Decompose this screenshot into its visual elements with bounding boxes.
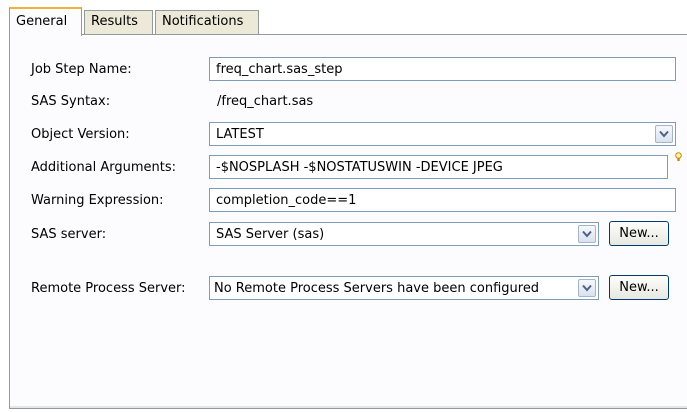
sas-server-new-label: New... bbox=[619, 226, 659, 241]
sas-server-row: SAS server: SAS Server (sas) New... bbox=[10, 221, 687, 248]
remote-process-server-row: Remote Process Server: No Remote Process… bbox=[10, 275, 687, 302]
warning-expression-label: Warning Expression: bbox=[31, 193, 164, 208]
tab-general[interactable]: General bbox=[9, 7, 82, 36]
tab-results-label: Results bbox=[91, 14, 138, 29]
object-version-dropdown-button[interactable] bbox=[655, 125, 673, 143]
object-version-label: Object Version: bbox=[31, 127, 130, 142]
tab-notifications-label: Notifications bbox=[162, 14, 244, 29]
tab-notifications[interactable]: Notifications bbox=[155, 10, 259, 34]
job-step-name-row: Job Step Name: freq_chart.sas_step bbox=[10, 57, 687, 83]
remote-process-server-new-label: New... bbox=[619, 280, 659, 295]
sas-syntax-row: SAS Syntax: /freq_chart.sas bbox=[10, 89, 687, 115]
sas-server-select[interactable]: SAS Server (sas) bbox=[209, 222, 599, 246]
remote-process-server-select[interactable]: No Remote Process Servers have been conf… bbox=[209, 276, 599, 300]
warning-expression-value: completion_code==1 bbox=[216, 193, 357, 208]
warning-expression-field[interactable]: completion_code==1 bbox=[209, 188, 676, 212]
job-step-name-label: Job Step Name: bbox=[31, 62, 132, 77]
remote-process-server-value: No Remote Process Servers have been conf… bbox=[214, 281, 540, 296]
sas-server-new-button[interactable]: New... bbox=[609, 221, 669, 246]
tab-general-label: General bbox=[16, 14, 68, 29]
job-step-properties: General Results Notifications Job Step N… bbox=[0, 0, 687, 412]
sas-syntax-value: /freq_chart.sas bbox=[217, 94, 314, 109]
warning-expression-row: Warning Expression: completion_code==1 bbox=[10, 188, 687, 214]
remote-process-server-label: Remote Process Server: bbox=[31, 281, 186, 296]
additional-arguments-label: Additional Arguments: bbox=[31, 160, 177, 175]
additional-arguments-value: -$NOSPLASH -$NOSTATUSWIN -DEVICE JPEG bbox=[216, 160, 503, 175]
remote-process-server-dropdown-button[interactable] bbox=[578, 279, 596, 297]
object-version-value: LATEST bbox=[216, 127, 264, 142]
sas-syntax-label: SAS Syntax: bbox=[31, 94, 111, 109]
general-panel: Job Step Name: freq_chart.sas_step SAS S… bbox=[9, 34, 687, 409]
chevron-down-icon bbox=[582, 284, 592, 292]
object-version-row: Object Version: LATEST bbox=[10, 122, 687, 148]
chevron-down-icon bbox=[659, 130, 669, 138]
job-step-name-field[interactable]: freq_chart.sas_step bbox=[209, 57, 676, 81]
remote-process-server-new-button[interactable]: New... bbox=[609, 275, 669, 300]
tab-results[interactable]: Results bbox=[84, 10, 153, 34]
sas-server-dropdown-button[interactable] bbox=[578, 225, 596, 243]
additional-arguments-row: Additional Arguments: -$NOSPLASH -$NOSTA… bbox=[10, 152, 687, 181]
sas-server-value: SAS Server (sas) bbox=[216, 227, 325, 242]
lightbulb-icon[interactable] bbox=[675, 151, 682, 166]
chevron-down-icon bbox=[582, 230, 592, 238]
job-step-name-value: freq_chart.sas_step bbox=[216, 62, 343, 77]
object-version-select[interactable]: LATEST bbox=[209, 122, 676, 146]
sas-server-label: SAS server: bbox=[31, 227, 107, 242]
additional-arguments-field[interactable]: -$NOSPLASH -$NOSTATUSWIN -DEVICE JPEG bbox=[209, 155, 668, 179]
